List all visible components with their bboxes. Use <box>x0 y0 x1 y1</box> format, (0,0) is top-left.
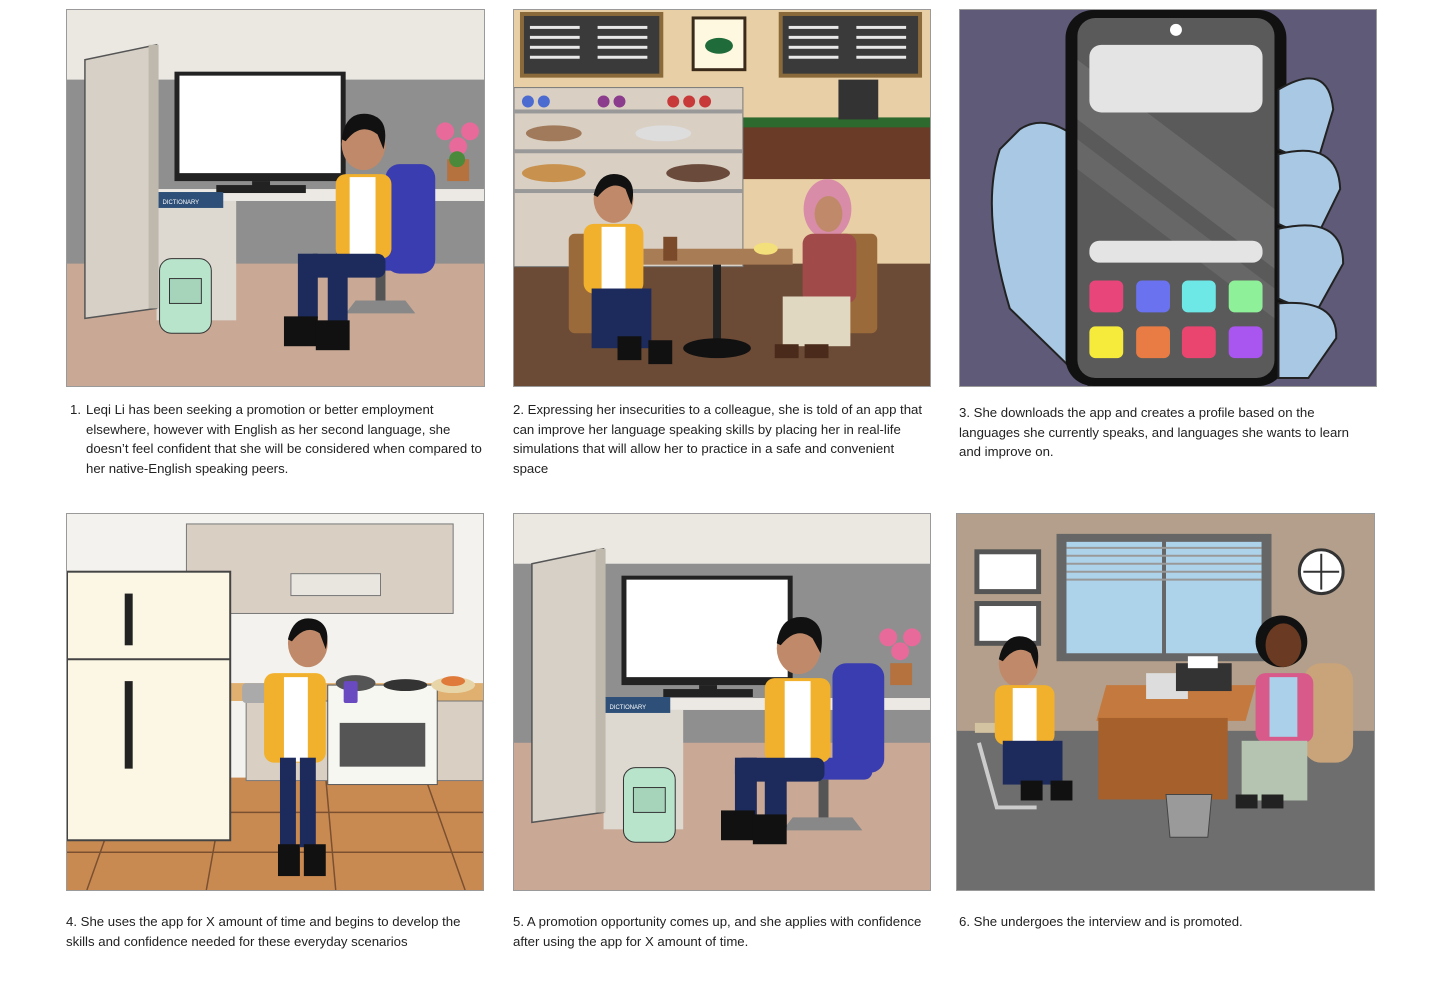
panel-4-kitchen-scene <box>66 513 484 891</box>
caption-5-text: 5. A promotion opportunity comes up, and… <box>513 914 922 949</box>
caption-3: 3. She downloads the app and creates a p… <box>959 403 1369 462</box>
caption-4-text: 4. She uses the app for X amount of time… <box>66 914 461 949</box>
panel-6-interview-scene <box>956 513 1375 891</box>
caption-6: 6. She undergoes the interview and is pr… <box>959 912 1369 932</box>
caption-1-text: Leqi Li has been seeking a promotion or … <box>86 402 482 476</box>
panel-3-phone-scene <box>959 9 1377 387</box>
app-icon-4 <box>1228 280 1263 313</box>
app-icon-7 <box>1181 326 1216 359</box>
caption-4: 4. She uses the app for X amount of time… <box>66 912 486 951</box>
panel-2-cafe-scene <box>513 9 931 387</box>
caption-2-text: 2. Expressing her insecurities to a coll… <box>513 402 923 476</box>
app-icon-2 <box>1136 280 1170 313</box>
caption-1: 1. Leqi Li has been seeking a promotion … <box>70 400 486 478</box>
dictionary-book-label-2: DICTIONARY <box>610 705 647 711</box>
dictionary-book-label: DICTIONARY <box>163 200 200 206</box>
caption-3-text: 3. She downloads the app and creates a p… <box>959 405 1350 460</box>
caption-6-text: 6. She undergoes the interview and is pr… <box>959 914 1243 929</box>
app-icon-5 <box>1089 326 1124 359</box>
app-icon-3 <box>1181 280 1216 313</box>
app-icon-1 <box>1089 280 1124 313</box>
caption-5: 5. A promotion opportunity comes up, and… <box>513 912 931 951</box>
app-icon-8 <box>1228 326 1263 359</box>
caption-2: 2. Expressing her insecurities to a coll… <box>513 400 931 478</box>
panel-5-office-scene: DICTIONARY <box>513 513 931 891</box>
caption-1-number: 1. <box>70 402 81 417</box>
app-icon-6 <box>1136 326 1170 359</box>
panel-1-office-scene: DICTIONARY <box>66 9 485 387</box>
